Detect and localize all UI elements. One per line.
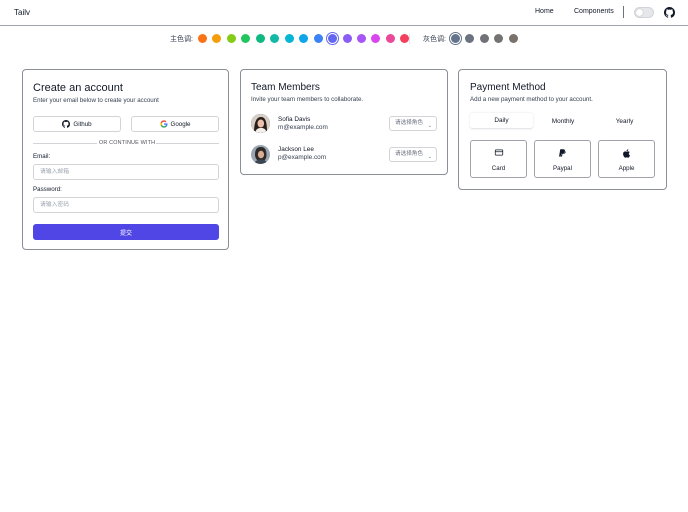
member-email: m@example.com	[278, 124, 328, 131]
credit-card-icon	[471, 148, 526, 157]
card-subtitle: Add a new payment method to your account…	[470, 96, 593, 103]
avatar	[251, 114, 270, 133]
divider-line-right	[156, 143, 219, 144]
payment-option-label: Paypal	[553, 165, 572, 172]
card-title: Create an account	[33, 82, 123, 94]
tab-label: Daily	[494, 117, 509, 124]
primary-color-swatch[interactable]	[299, 34, 309, 43]
payment-option-paypal[interactable]: Paypal	[534, 140, 591, 178]
primary-color-swatch[interactable]	[356, 34, 366, 43]
primary-color-swatch[interactable]	[198, 34, 207, 43]
top-navbar: Tailv Home Components	[0, 0, 688, 26]
nav-divider	[623, 6, 624, 18]
divider-line-left	[33, 143, 97, 144]
theme-toggle[interactable]	[634, 7, 654, 18]
primary-color-swatch[interactable]	[270, 34, 280, 43]
member-name: Sofia Davis	[278, 116, 311, 123]
primary-color-swatch[interactable]	[385, 34, 395, 43]
gray-color-label: 灰色调:	[423, 36, 446, 43]
password-field[interactable]	[33, 197, 219, 213]
brand-logo-text[interactable]: Tailv	[14, 8, 30, 17]
github-button-label: Github	[73, 120, 92, 128]
primary-color-swatch[interactable]	[371, 34, 381, 43]
nav-link-home[interactable]: Home	[535, 8, 554, 15]
gray-color-swatch[interactable]	[508, 34, 518, 43]
card-title: Payment Method	[470, 82, 546, 93]
chevron-down-icon: ⌄	[427, 123, 432, 129]
avatar-photo-icon	[251, 145, 270, 164]
card-subtitle: Enter your email below to create your ac…	[33, 97, 159, 104]
billing-frequency-tabs: Daily Monthly Yearly	[470, 113, 656, 129]
primary-color-swatch[interactable]	[226, 34, 236, 43]
primary-color-swatch[interactable]	[255, 34, 265, 43]
paypal-icon	[535, 148, 590, 158]
card-subtitle: Invite your team members to collaborate.	[251, 96, 364, 103]
payment-option-label: Apple	[618, 165, 635, 172]
role-select-value: 请选择角色	[395, 120, 423, 126]
google-signup-button[interactable]: Google	[131, 116, 219, 132]
avatar	[251, 145, 270, 164]
nav-link-components[interactable]: Components	[574, 8, 614, 15]
toggle-knob	[636, 9, 643, 16]
member-email: p@example.com	[278, 154, 327, 161]
tab-monthly[interactable]: Monthly	[532, 113, 594, 129]
submit-button-label: 提交	[119, 230, 132, 237]
email-field[interactable]	[33, 164, 219, 180]
tab-yearly[interactable]: Yearly	[593, 113, 656, 129]
password-label: Password:	[33, 186, 62, 193]
team-members-card: Team Members Invite your team members to…	[240, 69, 448, 175]
member-name: Jackson Lee	[278, 146, 314, 153]
primary-color-swatch[interactable]	[400, 34, 410, 43]
github-icon	[62, 120, 71, 128]
chevron-down-icon: ⌄	[427, 154, 432, 160]
gray-color-swatch[interactable]	[465, 34, 475, 43]
divider-text: OR CONTINUE WITH	[99, 140, 156, 146]
avatar-photo-icon	[251, 114, 270, 133]
primary-color-label: 主色调:	[170, 36, 193, 43]
payment-option-card[interactable]: Card	[470, 140, 527, 178]
apple-icon	[599, 148, 654, 159]
theme-color-picker: 主色调: 灰色调:	[0, 33, 688, 45]
tab-label: Yearly	[615, 117, 634, 125]
primary-color-swatch[interactable]	[342, 34, 352, 43]
role-select[interactable]: 请选择角色 ⌄	[389, 147, 437, 162]
primary-color-swatch[interactable]	[284, 34, 294, 43]
payment-option-label: Card	[491, 165, 506, 172]
google-icon	[159, 120, 168, 128]
github-icon[interactable]	[664, 7, 675, 18]
tab-daily[interactable]: Daily	[470, 113, 533, 129]
primary-color-swatch[interactable]	[313, 34, 323, 43]
gray-color-swatch[interactable]	[494, 34, 504, 43]
payment-option-apple[interactable]: Apple	[598, 140, 655, 178]
tab-label: Monthly	[551, 117, 575, 125]
email-label: Email:	[33, 153, 51, 160]
gray-color-swatch[interactable]	[451, 34, 460, 43]
google-button-label: Google	[170, 120, 191, 128]
gray-color-swatch[interactable]	[479, 34, 489, 43]
github-signup-button[interactable]: Github	[33, 116, 121, 132]
role-select-value: 请选择角色	[395, 151, 423, 157]
primary-color-swatch[interactable]	[328, 34, 338, 43]
create-account-card: Create an account Enter your email below…	[22, 69, 229, 250]
primary-color-swatch[interactable]	[212, 34, 222, 43]
submit-button[interactable]: 提交	[33, 224, 219, 240]
primary-color-swatch[interactable]	[241, 34, 251, 43]
role-select[interactable]: 请选择角色 ⌄	[389, 116, 437, 131]
card-title: Team Members	[251, 82, 320, 93]
swatch-separator	[409, 34, 410, 44]
